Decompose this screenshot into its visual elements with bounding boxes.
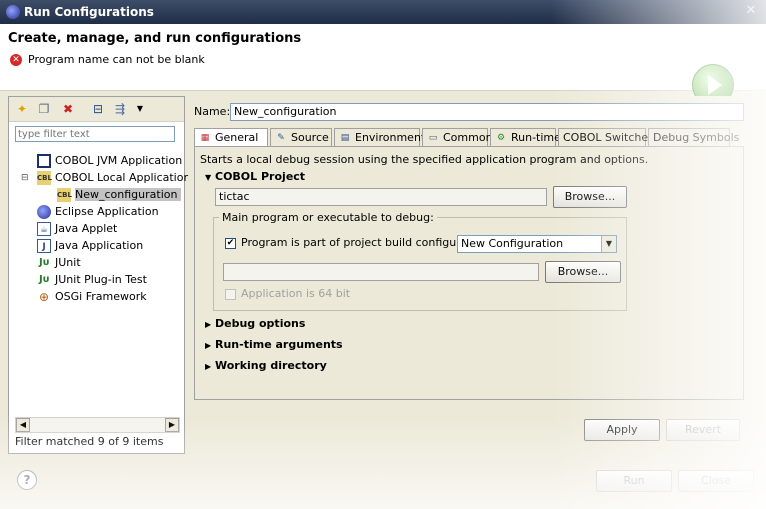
collapsed-arrow-icon: ▶ — [205, 320, 212, 329]
tree-item-java-application[interactable]: J Java Application — [37, 238, 143, 254]
title-bar: Run Configurations ✕ — [0, 0, 766, 24]
name-input[interactable]: New_configuration — [230, 103, 744, 121]
tab-common[interactable]: ▭ Common — [422, 128, 493, 146]
tree-item-junit-plugin-test[interactable]: Jᴜ JUnit Plug-in Test — [37, 272, 147, 288]
eclipse-window-icon — [6, 5, 20, 19]
tree-item-osgi-framework[interactable]: ⊕ OSGi Framework — [37, 289, 147, 305]
collapsed-arrow-icon: ▶ — [205, 341, 212, 350]
collapse-all-icon[interactable]: ⊟ — [91, 102, 105, 116]
apply-button[interactable]: Apply — [584, 419, 660, 441]
expanded-arrow-icon: ▼ — [205, 173, 212, 182]
section-debug-options[interactable]: ▶ Debug options — [205, 317, 305, 330]
dropdown-arrow-icon[interactable]: ▼ — [133, 102, 147, 116]
general-tab-panel: Starts a local debug session using the s… — [194, 146, 744, 400]
tree-item-junit[interactable]: Jᴜ JUnit — [37, 255, 81, 271]
section-working-directory[interactable]: ▶ Working directory — [205, 359, 327, 372]
new-configuration-icon[interactable]: ✦ — [15, 102, 29, 116]
junit-plugin-icon: Jᴜ — [38, 274, 50, 285]
section-cobol-project[interactable]: ▼ COBOL Project — [205, 170, 305, 183]
scroll-right-icon[interactable]: ▶ — [165, 418, 179, 432]
scroll-left-icon[interactable]: ◀ — [16, 418, 30, 432]
error-icon: ✕ — [10, 54, 22, 66]
source-icon: ✎ — [277, 133, 285, 143]
collapse-toggle-icon[interactable]: ⊟ — [21, 173, 29, 183]
common-icon: ▭ — [428, 133, 438, 143]
help-icon[interactable]: ? — [17, 470, 37, 490]
general-icon: ▦ — [200, 133, 210, 143]
configuration-tree-panel: ✦ ❐ ✖ ⊟ ⇶ ▼ COBOL JVM Application ⊟ CBLC… — [8, 96, 190, 454]
main-program-group-label: Main program or executable to debug: — [219, 211, 437, 224]
revert-button[interactable]: Revert — [666, 419, 740, 441]
error-message: Program name can not be blank — [28, 53, 205, 66]
project-build-label: Program is part of project build configu… — [241, 236, 493, 249]
filter-icon[interactable]: ⇶ — [113, 102, 127, 116]
close-icon[interactable]: ✕ — [744, 4, 758, 18]
chevron-down-icon: ▼ — [601, 236, 616, 252]
section-runtime-arguments[interactable]: ▶ Run-time arguments — [205, 338, 343, 351]
header-title: Create, manage, and run configurations — [8, 31, 302, 46]
eclipse-icon — [37, 205, 51, 219]
configuration-editor: Name: New_configuration ▦ General ✎ Source… — [188, 96, 748, 452]
window-title: Run Configurations — [24, 5, 154, 19]
build-configuration-select[interactable]: New Configuration ▼ — [457, 235, 617, 253]
run-button[interactable]: Run — [596, 470, 672, 492]
junit-icon: Jᴜ — [38, 257, 50, 268]
environment-icon: ▤ — [340, 133, 350, 143]
filter-input[interactable] — [15, 126, 175, 142]
duplicate-icon[interactable]: ❐ — [37, 102, 51, 116]
filter-status: Filter matched 9 of 9 items — [15, 435, 164, 448]
tree-horizontal-scrollbar[interactable]: ◀ ▶ — [15, 417, 180, 433]
run-configurations-dialog: Run Configurations ✕ Create, manage, and… — [0, 0, 766, 509]
tab-environment[interactable]: ▤ Environment — [334, 128, 425, 146]
tab-source[interactable]: ✎ Source — [270, 128, 332, 146]
tab-runtime[interactable]: ⚙ Run-time — [490, 128, 561, 146]
project-build-checkbox[interactable]: ✔ — [225, 238, 236, 249]
browse-project-button[interactable]: Browse... — [553, 186, 627, 208]
tree-item-eclipse-application[interactable]: Eclipse Application — [37, 204, 159, 220]
tab-description: Starts a local debug session using the s… — [200, 153, 649, 166]
cobol-jvm-icon — [37, 154, 51, 168]
cobol-local-icon: CBL — [37, 171, 52, 185]
tree-item-java-applet[interactable]: ☕ Java Applet — [37, 221, 117, 237]
is64bit-checkbox[interactable] — [225, 289, 236, 300]
collapsed-arrow-icon: ▶ — [205, 362, 212, 371]
tree-item-cobol-jvm[interactable]: COBOL JVM Application — [37, 153, 182, 169]
java-applet-icon: ☕ — [37, 222, 51, 236]
java-application-icon: J — [37, 239, 51, 253]
runtime-icon: ⚙ — [496, 133, 506, 143]
dialog-header: Create, manage, and run configurations ✕… — [0, 24, 766, 106]
tree-item-cobol-local[interactable]: CBL COBOL Local Application — [37, 170, 190, 186]
osgi-icon: ⊕ — [38, 290, 50, 304]
cobol-config-icon: CBL — [57, 188, 72, 202]
tree-item-new-configuration[interactable]: CBL New_configuration — [57, 187, 182, 203]
executable-input[interactable] — [223, 263, 539, 281]
tab-debug-symbols[interactable]: Debug Symbols — [648, 128, 739, 146]
tab-general[interactable]: ▦ General — [194, 128, 268, 147]
delete-icon[interactable]: ✖ — [61, 102, 75, 116]
tree-toolbar: ✦ ❐ ✖ ⊟ ⇶ ▼ — [9, 97, 184, 122]
browse-executable-button[interactable]: Browse... — [545, 261, 621, 283]
cobol-project-input[interactable]: tictac — [215, 188, 547, 206]
name-label: Name: — [194, 105, 231, 118]
is64bit-label: Application is 64 bit — [241, 287, 351, 300]
tab-cobol-switches[interactable]: COBOL Switches — [558, 128, 654, 146]
close-button[interactable]: Close — [678, 470, 754, 492]
